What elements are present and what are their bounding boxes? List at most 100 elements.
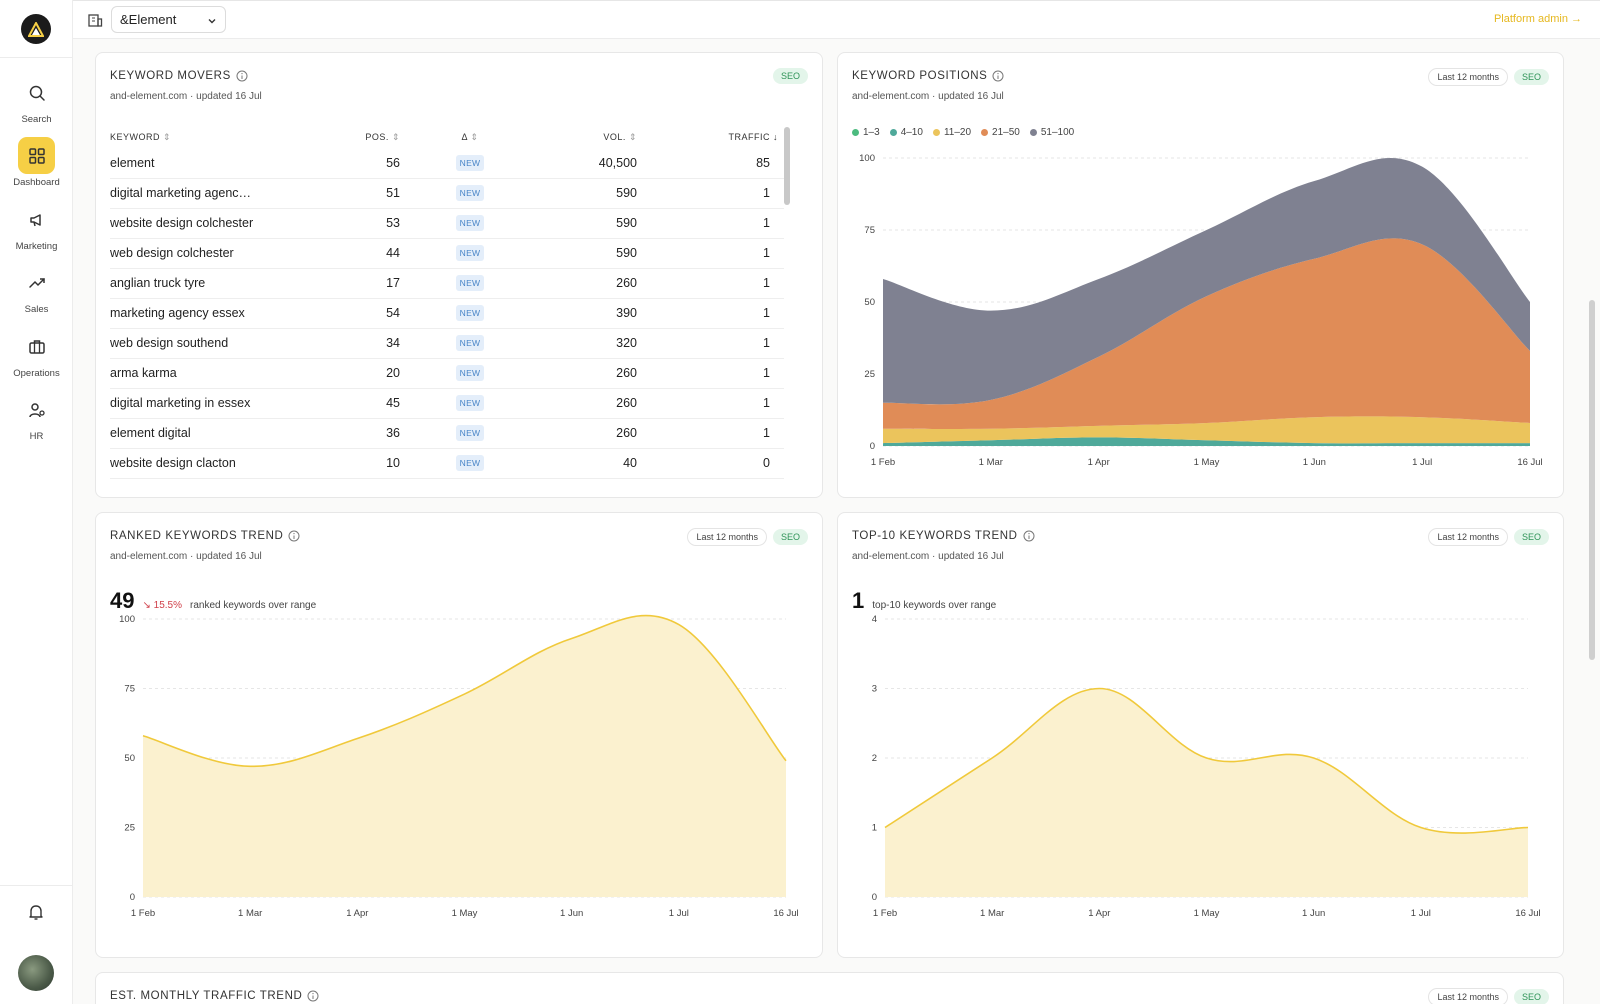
cell-volume: 260 (540, 268, 637, 299)
table-row[interactable]: marketing agency essex 54 NEW 390 1 (110, 298, 784, 329)
cell-pos: 56 (320, 148, 400, 179)
y-tick-label: 0 (872, 892, 877, 903)
trend-up-icon (18, 264, 55, 301)
new-badge: NEW (455, 425, 485, 441)
col-delta[interactable]: Δ ⇕ (400, 126, 540, 148)
sidebar-item-label: Marketing (15, 241, 58, 252)
table-row[interactable]: arma karma 20 NEW 260 1 (110, 358, 784, 389)
cell-volume: 590 (540, 208, 637, 239)
platform-admin-link[interactable]: Platform admin → (1494, 13, 1582, 25)
new-badge: NEW (455, 185, 485, 201)
sort-desc-icon: ↓ (773, 132, 778, 142)
table-row[interactable]: digital marketing agenc… 51 NEW 590 1 (110, 178, 784, 209)
table-row[interactable]: element digital 36 NEW 260 1 (110, 418, 784, 449)
col-label: KEYWORD (110, 131, 161, 142)
cell-volume: 590 (540, 238, 637, 269)
table-scrollbar-thumb[interactable] (784, 127, 790, 205)
range-select[interactable]: Last 12 months (1428, 988, 1508, 1004)
x-tick-label: 1 Feb (871, 457, 895, 468)
cell-delta: NEW (400, 388, 540, 419)
sidebar-item-operations[interactable]: Operations (0, 328, 73, 379)
sidebar-item-sales[interactable]: Sales (0, 264, 73, 315)
sidebar-item-label: Sales (24, 304, 49, 315)
table-row[interactable]: anglian truck tyre 17 NEW 260 1 (110, 268, 784, 299)
cell-traffic: 0 (637, 448, 784, 479)
cell-traffic: 1 (637, 328, 784, 359)
col-traffic[interactable]: TRAFFIC ↓ (637, 126, 784, 148)
bell-icon[interactable] (27, 903, 45, 926)
info-icon[interactable] (307, 990, 319, 1002)
x-tick-label: 1 Apr (1088, 908, 1110, 919)
new-badge: NEW (455, 455, 485, 471)
y-tick-label: 75 (124, 684, 135, 695)
card-title: EST. MONTHLY TRAFFIC TREND (110, 990, 319, 1002)
page-scrollbar-thumb[interactable] (1589, 300, 1595, 660)
x-tick-label: 1 Jun (1302, 908, 1325, 919)
x-tick-label: 1 Mar (979, 457, 1003, 468)
y-tick-label: 3 (872, 684, 877, 695)
cell-traffic: 1 (637, 268, 784, 299)
cell-traffic: 1 (637, 178, 784, 209)
cell-pos: 10 (320, 448, 400, 479)
table-row[interactable]: website design clacton 10 NEW 40 0 (110, 448, 784, 479)
info-icon[interactable] (236, 70, 248, 82)
cell-pos: 53 (320, 208, 400, 239)
y-tick-label: 50 (124, 753, 135, 764)
area-fill (885, 688, 1528, 897)
table-row[interactable]: element 56 NEW 40,500 85 (110, 148, 784, 179)
cell-volume: 40,500 (540, 148, 637, 179)
cell-volume: 260 (540, 358, 637, 389)
avatar[interactable] (18, 955, 54, 991)
keyword-movers-card: KEYWORD MOVERS and-element.com · updated… (95, 52, 823, 498)
new-badge: NEW (455, 395, 485, 411)
sort-icon: ⇕ (163, 131, 172, 142)
cell-volume: 260 (540, 418, 637, 449)
card-badges: Last 12 months SEO (1428, 988, 1549, 1004)
sidebar: Search Dashboard Marketing Sales Operati… (0, 0, 73, 1004)
new-badge: NEW (455, 154, 485, 171)
x-tick-label: 1 Mar (238, 908, 262, 919)
table-row[interactable]: web design southend 34 NEW 320 1 (110, 328, 784, 359)
app-logo[interactable] (21, 14, 51, 44)
x-tick-label: 1 Jul (1412, 457, 1432, 468)
org-select[interactable]: &Element (111, 6, 226, 33)
x-tick-label: 1 Jul (1411, 908, 1431, 919)
new-badge: NEW (455, 215, 485, 231)
x-tick-label: 16 Jul (773, 908, 798, 919)
col-volume[interactable]: VOL. ⇕ (540, 126, 637, 148)
sidebar-item-hr[interactable]: HR (0, 391, 73, 442)
sidebar-item-label: Dashboard (13, 177, 60, 188)
cell-pos: 45 (320, 388, 400, 419)
col-pos[interactable]: POS. ⇕ (320, 126, 400, 148)
cell-pos: 36 (320, 418, 400, 449)
sidebar-item-marketing[interactable]: Marketing (0, 201, 73, 252)
cell-keyword: arma karma (110, 358, 320, 389)
card-title-text: KEYWORD MOVERS (110, 70, 231, 82)
sidebar-item-label: Operations (13, 368, 60, 379)
col-keyword[interactable]: KEYWORD ⇕ (110, 126, 320, 148)
x-tick-label: 1 May (1194, 457, 1220, 468)
sidebar-item-search[interactable]: Search (0, 74, 73, 125)
cell-volume: 260 (540, 388, 637, 419)
logo-triangle-icon (28, 21, 44, 37)
cell-traffic: 85 (637, 148, 784, 179)
cell-keyword: website design colchester (110, 208, 320, 239)
x-tick-label: 1 Jun (560, 908, 583, 919)
table-row[interactable]: web design colchester 44 NEW 590 1 (110, 238, 784, 269)
megaphone-icon (18, 201, 55, 238)
cell-keyword: element digital (110, 418, 320, 449)
card-badges: SEO (772, 68, 808, 84)
cell-delta: NEW (400, 328, 540, 359)
cell-traffic: 1 (637, 358, 784, 389)
cell-traffic: 1 (637, 298, 784, 329)
keyword-movers-table: KEYWORD ⇕ POS. ⇕ Δ ⇕ VOL. ⇕ TRAFFIC ↓ el… (110, 126, 784, 479)
y-tick-label: 25 (864, 369, 875, 380)
table-row[interactable]: digital marketing in essex 45 NEW 260 1 (110, 388, 784, 419)
cell-pos: 44 (320, 238, 400, 269)
table-row[interactable]: website design colchester 53 NEW 590 1 (110, 208, 784, 239)
sidebar-item-dashboard[interactable]: Dashboard (0, 137, 73, 188)
top10-keywords-chart: 0 1 2 3 4 1 Feb 1 Mar 1 Apr 1 May 1 Jun 1 Jul 16 Ju… (872, 614, 1541, 919)
cell-delta: NEW (400, 448, 540, 479)
traffic-trend-card: EST. MONTHLY TRAFFIC TREND Last 12 month… (95, 972, 1564, 1004)
area-fill (143, 615, 786, 897)
